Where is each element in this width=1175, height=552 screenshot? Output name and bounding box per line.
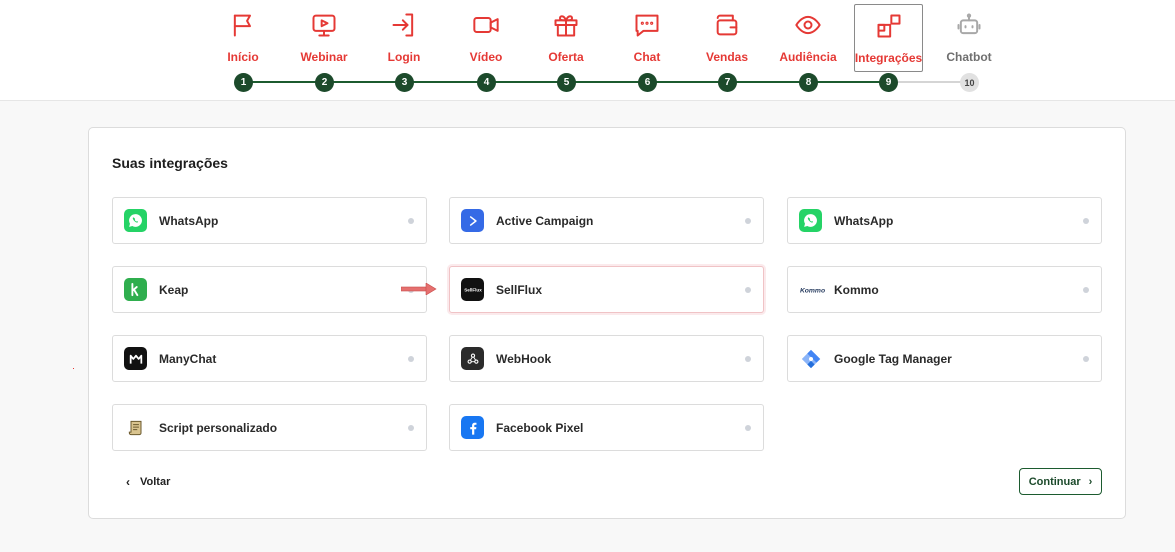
integration-name: Facebook Pixel [496, 420, 584, 435]
whatsapp-icon [124, 209, 147, 232]
integration-tile-manychat[interactable]: ManyChat [112, 335, 427, 382]
step-label: Chat [633, 50, 661, 64]
facebook-icon [461, 416, 484, 439]
integration-name: Kommo [834, 282, 879, 297]
login-icon [389, 10, 419, 40]
play-screen-icon [309, 10, 339, 40]
flag-icon [228, 10, 258, 40]
step-number-3: 3 [395, 73, 414, 92]
sellflux-logo-text: SellFlux [464, 287, 482, 292]
integration-name: Google Tag Manager [834, 351, 952, 366]
integration-name: SellFlux [496, 282, 543, 297]
integration-name: Script personalizado [159, 420, 278, 435]
gift-icon [551, 10, 581, 40]
integration-tile-keap[interactable]: Keap [112, 266, 427, 313]
eye-icon [793, 10, 823, 40]
stepper-track-pending [889, 81, 969, 83]
integration-tile-whatsapp[interactable]: WhatsApp [112, 197, 427, 244]
stray-dot [73, 368, 74, 369]
status-dot [745, 218, 751, 224]
step-label: Integrações [854, 51, 923, 65]
step-number-9: 9 [879, 73, 898, 92]
status-dot [408, 218, 414, 224]
blocks-icon [874, 11, 904, 41]
integration-tile-facebook-pixel[interactable]: Facebook Pixel [449, 404, 764, 451]
step-label: Audiência [779, 50, 837, 64]
step-vendas[interactable]: Vendas [692, 4, 762, 72]
back-label: Voltar [140, 476, 171, 488]
step-label: Vendas [705, 50, 749, 64]
wallet-icon [712, 10, 742, 40]
status-dot [745, 425, 751, 431]
active-campaign-icon [461, 209, 484, 232]
step-label: Oferta [548, 50, 584, 64]
integration-name: ManyChat [159, 351, 217, 366]
step-number-4: 4 [477, 73, 496, 92]
whatsapp-icon [799, 209, 822, 232]
integration-name: WebHook [496, 351, 552, 366]
integration-name: Active Campaign [496, 213, 594, 228]
integration-tile-whatsapp-2[interactable]: WhatsApp [787, 197, 1102, 244]
step-number-5: 5 [557, 73, 576, 92]
script-scroll-icon [124, 416, 147, 439]
step-number-6: 6 [638, 73, 657, 92]
robot-icon [954, 10, 984, 40]
integration-name: WhatsApp [159, 213, 219, 228]
step-chatbot[interactable]: Chatbot [934, 4, 1004, 72]
step-label: Chatbot [946, 50, 992, 64]
step-number-2: 2 [315, 73, 334, 92]
step-label: Vídeo [469, 50, 503, 64]
step-login[interactable]: Login [369, 4, 439, 72]
kommo-logo-text: Kommo [800, 287, 825, 294]
card-title: Suas integrações [112, 155, 228, 171]
continue-button[interactable]: Continuar › [1019, 468, 1102, 495]
step-label: Login [387, 50, 421, 64]
integration-name: WhatsApp [834, 213, 894, 228]
status-dot [745, 356, 751, 362]
step-webinar[interactable]: Webinar [289, 4, 359, 72]
status-dot [745, 287, 751, 293]
step-chat[interactable]: Chat [612, 4, 682, 72]
integration-tile-google-tag-manager[interactable]: Google Tag Manager [787, 335, 1102, 382]
webhook-icon [461, 347, 484, 370]
video-camera-icon [471, 10, 501, 40]
integration-tile-active-campaign[interactable]: Active Campaign [449, 197, 764, 244]
integration-tile-sellflux[interactable]: SellFlux SellFlux [449, 266, 764, 313]
integrations-card: Suas integrações WhatsApp Active Campaig… [88, 127, 1126, 519]
step-inicio[interactable]: Início [208, 4, 278, 72]
integration-tile-webhook[interactable]: WebHook [449, 335, 764, 382]
step-video[interactable]: Vídeo [451, 4, 521, 72]
chevron-right-icon: › [1088, 475, 1093, 488]
back-button[interactable]: ‹ Voltar [126, 475, 170, 489]
pointer-arrow-icon [401, 283, 437, 295]
wizard-stepper: Início Webinar Login Vídeo Oferta Chat V… [0, 0, 1175, 101]
integration-tile-script-personalizado[interactable]: Script personalizado [112, 404, 427, 451]
integration-tile-kommo[interactable]: Kommo Kommo [787, 266, 1102, 313]
manychat-icon [124, 347, 147, 370]
step-number-1: 1 [234, 73, 253, 92]
keap-icon [124, 278, 147, 301]
continue-label: Continuar [1028, 475, 1081, 488]
step-number-7: 7 [718, 73, 737, 92]
step-number-8: 8 [799, 73, 818, 92]
status-dot [1083, 356, 1089, 362]
step-integracoes[interactable]: Integrações [854, 4, 923, 72]
google-tag-manager-icon [799, 347, 822, 370]
step-label: Webinar [300, 50, 348, 64]
sellflux-icon: SellFlux [461, 278, 484, 301]
chat-bubble-icon [632, 10, 662, 40]
status-dot [408, 356, 414, 362]
kommo-icon: Kommo [799, 278, 826, 301]
integration-name: Keap [159, 282, 189, 297]
status-dot [408, 425, 414, 431]
step-oferta[interactable]: Oferta [531, 4, 601, 72]
status-dot [1083, 218, 1089, 224]
chevron-left-icon: ‹ [126, 475, 130, 489]
step-label: Início [227, 50, 259, 64]
step-number-10: 10 [960, 73, 979, 92]
status-dot [1083, 287, 1089, 293]
step-audiencia[interactable]: Audiência [773, 4, 843, 72]
